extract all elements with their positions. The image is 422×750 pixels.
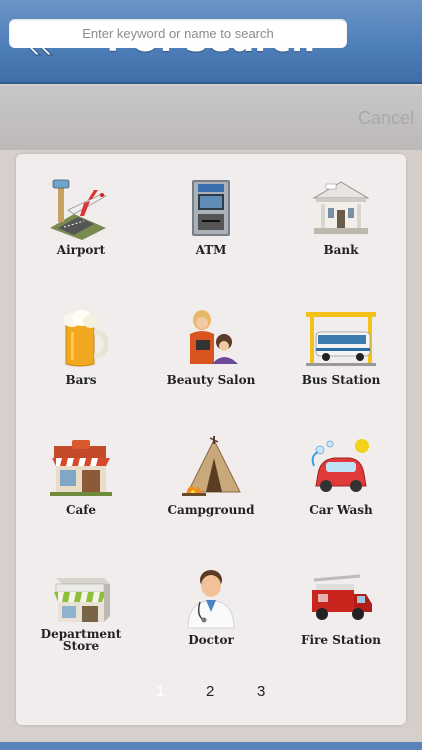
bus-icon	[306, 312, 376, 366]
car-wash-icon	[311, 439, 369, 492]
poi-label: Beauty Salon	[166, 373, 256, 387]
poi-item-atm[interactable]: ATM	[146, 154, 276, 274]
page-3-button[interactable]: 3	[257, 683, 265, 700]
poi-label: Car Wash	[309, 503, 373, 517]
poi-label: Department Store	[40, 627, 122, 653]
poi-label: Doctor	[188, 633, 234, 647]
poi-item-doctor[interactable]: Doctor	[146, 544, 276, 664]
poi-label: Fire Station	[300, 633, 382, 647]
poi-label: ATM	[195, 243, 227, 257]
atm-icon	[192, 180, 230, 236]
fire-truck-icon	[312, 574, 372, 620]
poi-item-airport[interactable]: Airport	[16, 154, 146, 274]
beer-mug-icon	[63, 310, 109, 367]
search-input[interactable]	[9, 19, 347, 48]
poi-label: Airport	[56, 243, 106, 257]
poi-item-bank[interactable]: Bank	[276, 154, 406, 274]
poi-label: Campground	[167, 503, 255, 517]
poi-item-campground[interactable]: Campground	[146, 414, 276, 534]
poi-item-bus-station[interactable]: Bus Station	[276, 284, 406, 404]
poi-item-car-wash[interactable]: Car Wash	[276, 414, 406, 534]
poi-item-department-store[interactable]: Department Store	[16, 544, 146, 664]
poi-item-cafe[interactable]: Cafe	[16, 414, 146, 534]
poi-item-fire-station[interactable]: Fire Station	[276, 544, 406, 664]
bank-icon	[312, 181, 370, 234]
poi-item-bars[interactable]: Bars	[16, 284, 146, 404]
poi-label: Bars	[65, 373, 97, 387]
page-1-button[interactable]: 1	[156, 683, 164, 700]
poi-label: Bus Station	[301, 373, 381, 387]
cancel-button[interactable]: Cancel	[358, 108, 414, 129]
tent-campfire-icon	[182, 436, 241, 496]
poi-label: Cafe	[65, 503, 97, 517]
page-2-button[interactable]: 2	[206, 683, 214, 700]
cafe-storefront-icon	[50, 440, 112, 496]
storefront-icon	[54, 578, 110, 622]
doctor-icon	[187, 570, 235, 629]
airport-icon	[50, 179, 107, 240]
hairdresser-icon	[190, 310, 238, 364]
poi-label: Bank	[323, 243, 359, 257]
poi-item-beauty-salon[interactable]: Beauty Salon	[146, 284, 276, 404]
poi-grid-panel: Airport ATM Bank Bars Beauty Salon Bus S…	[16, 154, 406, 725]
bottom-bar	[0, 742, 422, 750]
